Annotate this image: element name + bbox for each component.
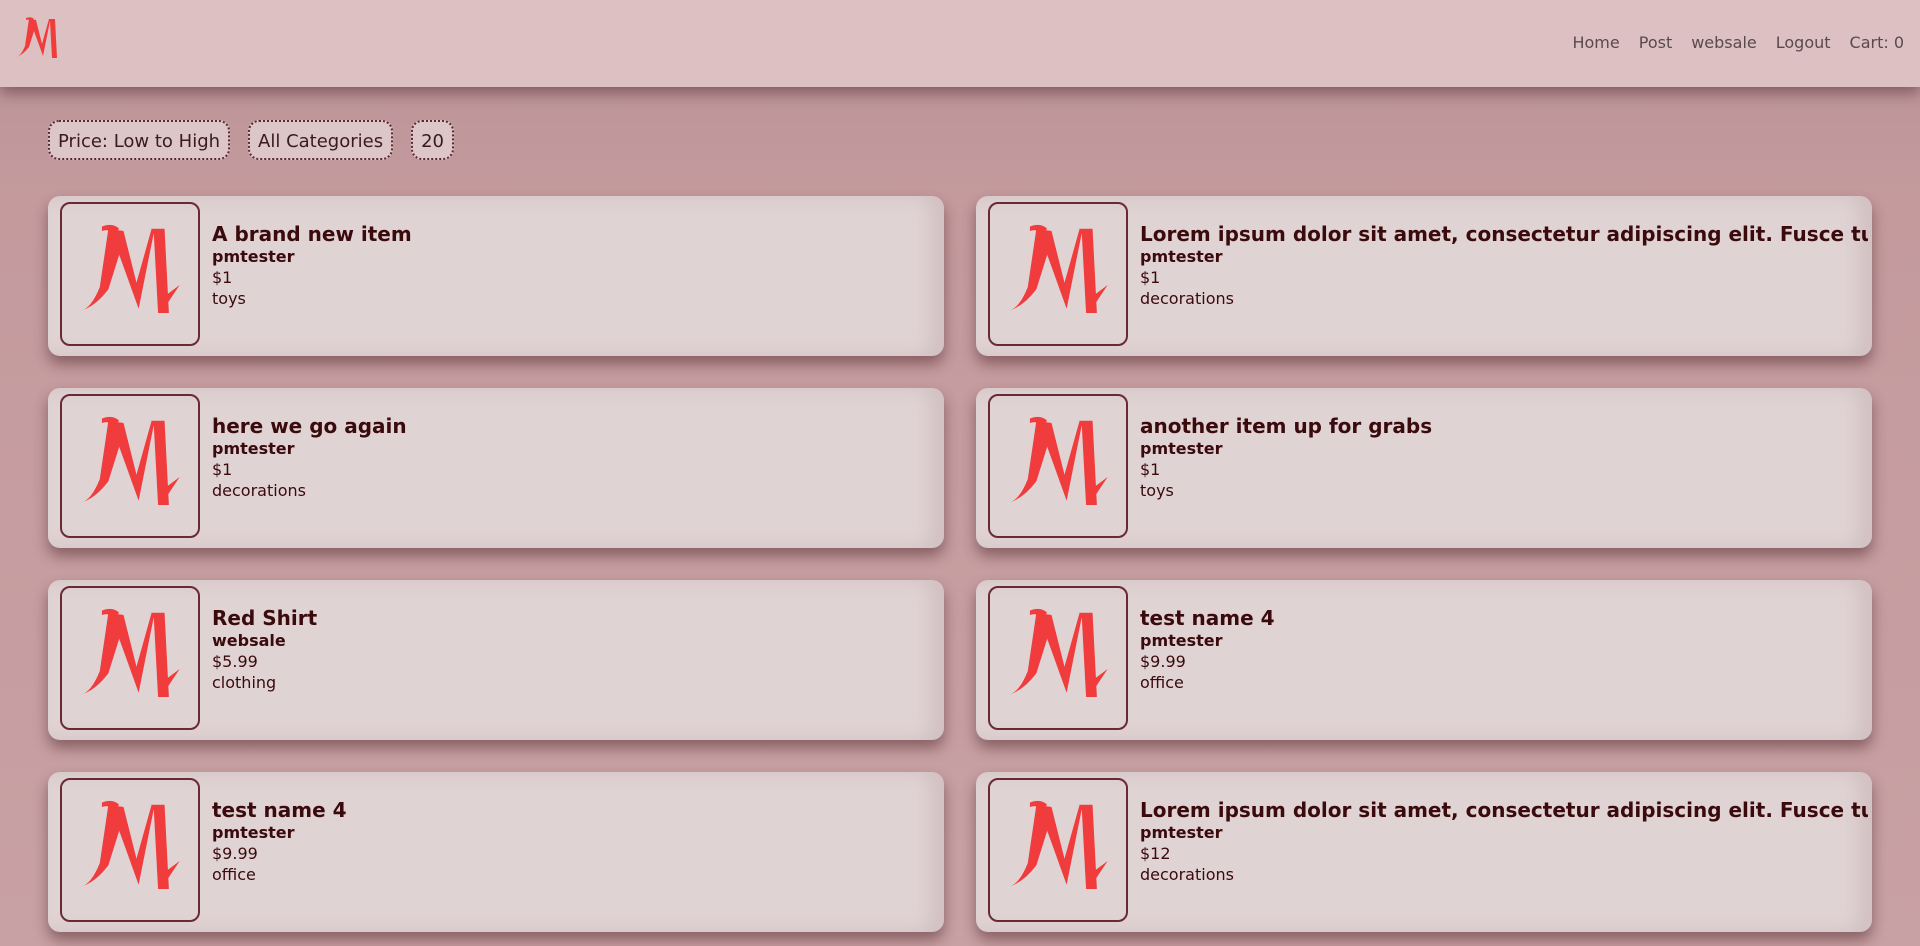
listing-price: $1	[212, 460, 233, 479]
listing-thumbnail[interactable]	[60, 202, 200, 346]
listing-card[interactable]: A brand new item pmtester $1 toys	[48, 196, 944, 356]
listing-thumbnail[interactable]	[988, 202, 1128, 346]
m-logo-icon	[1004, 606, 1112, 710]
listing-title[interactable]: test name 4	[1140, 606, 1868, 630]
listing-title[interactable]: Red Shirt	[212, 606, 940, 630]
listing-seller: pmtester	[1140, 823, 1223, 842]
listing-category: decorations	[1140, 865, 1234, 884]
listing-info: another item up for grabs pmtester $1 toys	[1140, 414, 1868, 500]
listing-price: $1	[1140, 268, 1161, 287]
listing-thumbnail[interactable]	[60, 586, 200, 730]
listing-category: toys	[1140, 481, 1174, 500]
m-logo-icon	[76, 798, 184, 902]
m-logo-icon	[76, 222, 184, 326]
listing-thumbnail[interactable]	[60, 394, 200, 538]
sort-select[interactable]: Price: Low to High	[48, 120, 231, 160]
listing-title[interactable]: Lorem ipsum dolor sit amet, consectetur …	[1140, 798, 1868, 822]
listing-info: Lorem ipsum dolor sit amet, consectetur …	[1140, 798, 1868, 884]
listing-category: office	[212, 865, 256, 884]
listing-title[interactable]: another item up for grabs	[1140, 414, 1868, 438]
category-select[interactable]: All Categories	[248, 120, 394, 160]
per-page-select[interactable]: 20	[411, 120, 454, 160]
m-logo-icon	[76, 414, 184, 518]
listing-info: Red Shirt websale $5.99 clothing	[212, 606, 940, 692]
listing-category: office	[1140, 673, 1184, 692]
nav-logout-link[interactable]: Logout	[1776, 33, 1831, 52]
listing-thumbnail[interactable]	[988, 586, 1128, 730]
nav-cart-link[interactable]: Cart: 0	[1850, 33, 1904, 52]
listing-title[interactable]: here we go again	[212, 414, 940, 438]
listing-thumbnail[interactable]	[988, 778, 1128, 922]
nav-user-link[interactable]: websale	[1691, 33, 1757, 52]
listing-info: here we go again pmtester $1 decorations	[212, 414, 940, 500]
site-header: Home Post websale Logout Cart: 0	[0, 0, 1920, 87]
listing-seller: pmtester	[1140, 439, 1223, 458]
listing-card[interactable]: another item up for grabs pmtester $1 toys	[976, 388, 1872, 548]
m-logo-icon	[1004, 414, 1112, 518]
listing-price: $5.99	[212, 652, 258, 671]
main-nav: Home Post websale Logout Cart: 0	[1572, 33, 1904, 52]
listing-category: clothing	[212, 673, 277, 692]
listing-price: $9.99	[1140, 652, 1186, 671]
listing-price: $12	[1140, 844, 1171, 863]
listing-card[interactable]: Red Shirt websale $5.99 clothing	[48, 580, 944, 740]
listing-price: $1	[212, 268, 233, 287]
listing-info: test name 4 pmtester $9.99 office	[212, 798, 940, 884]
listing-card[interactable]: Lorem ipsum dolor sit amet, consectetur …	[976, 772, 1872, 932]
listing-category: decorations	[1140, 289, 1234, 308]
filter-bar: Price: Low to High All Categories 20	[48, 120, 454, 160]
listing-card[interactable]: test name 4 pmtester $9.99 office	[976, 580, 1872, 740]
listing-title[interactable]: A brand new item	[212, 222, 940, 246]
m-logo-icon	[1004, 222, 1112, 326]
listing-info: test name 4 pmtester $9.99 office	[1140, 606, 1868, 692]
listing-info: A brand new item pmtester $1 toys	[212, 222, 940, 308]
listing-title[interactable]: test name 4	[212, 798, 940, 822]
listing-card[interactable]: here we go again pmtester $1 decorations	[48, 388, 944, 548]
listing-category: decorations	[212, 481, 306, 500]
listing-seller: pmtester	[212, 439, 295, 458]
nav-post-link[interactable]: Post	[1639, 33, 1672, 52]
listing-card[interactable]: Lorem ipsum dolor sit amet, consectetur …	[976, 196, 1872, 356]
listing-category: toys	[212, 289, 246, 308]
m-logo-icon[interactable]	[14, 16, 64, 62]
listing-seller: websale	[212, 631, 286, 650]
listing-seller: pmtester	[1140, 247, 1223, 266]
listing-price: $9.99	[212, 844, 258, 863]
m-logo-icon	[1004, 798, 1112, 902]
listing-seller: pmtester	[212, 823, 295, 842]
nav-home-link[interactable]: Home	[1572, 33, 1619, 52]
m-logo-icon	[76, 606, 184, 710]
listing-card[interactable]: test name 4 pmtester $9.99 office	[48, 772, 944, 932]
listing-seller: pmtester	[212, 247, 295, 266]
listing-title[interactable]: Lorem ipsum dolor sit amet, consectetur …	[1140, 222, 1868, 246]
listing-seller: pmtester	[1140, 631, 1223, 650]
listing-thumbnail[interactable]	[988, 394, 1128, 538]
listing-thumbnail[interactable]	[60, 778, 200, 922]
listing-price: $1	[1140, 460, 1161, 479]
listing-info: Lorem ipsum dolor sit amet, consectetur …	[1140, 222, 1868, 308]
